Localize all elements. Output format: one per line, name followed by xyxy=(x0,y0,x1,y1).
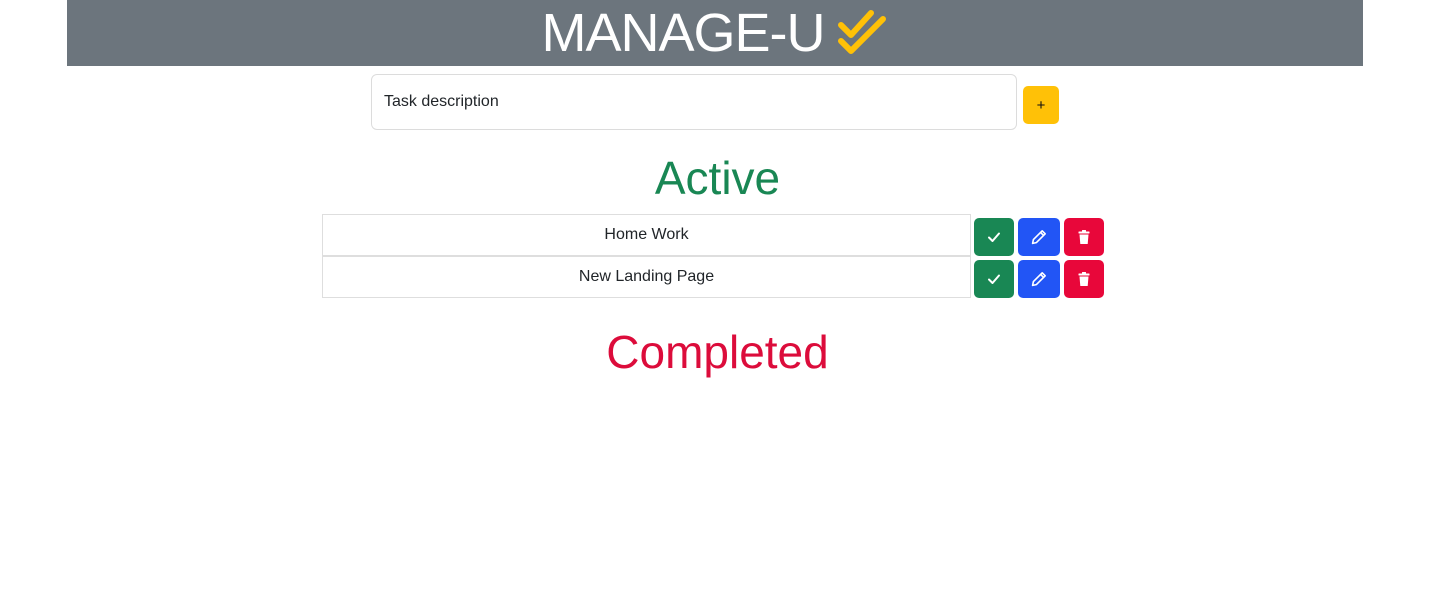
app-title: MANAGE-U xyxy=(541,3,825,63)
complete-task-button[interactable] xyxy=(974,218,1014,256)
task-description-input[interactable] xyxy=(371,74,1017,130)
app-header: MANAGE-U xyxy=(67,0,1363,66)
double-check-icon xyxy=(837,10,886,54)
pencil-icon xyxy=(1031,230,1046,245)
delete-task-button[interactable] xyxy=(1064,260,1104,298)
task-text: Home Work xyxy=(322,214,971,256)
pencil-icon xyxy=(1031,272,1046,287)
trash-icon xyxy=(1078,272,1090,286)
check-icon xyxy=(988,232,1000,242)
active-section-title: Active xyxy=(654,152,781,204)
check-icon xyxy=(988,274,1000,284)
completed-section-title: Completed xyxy=(606,326,829,378)
edit-task-button[interactable] xyxy=(1018,260,1060,298)
task-text: New Landing Page xyxy=(322,256,971,298)
delete-task-button[interactable] xyxy=(1064,218,1104,256)
add-task-button[interactable]: + xyxy=(1023,86,1059,124)
task-row: Home Work xyxy=(322,214,1106,256)
edit-task-button[interactable] xyxy=(1018,218,1060,256)
task-row: New Landing Page xyxy=(322,256,1106,298)
add-button-label: + xyxy=(1036,96,1046,114)
trash-icon xyxy=(1078,230,1090,244)
complete-task-button[interactable] xyxy=(974,260,1014,298)
